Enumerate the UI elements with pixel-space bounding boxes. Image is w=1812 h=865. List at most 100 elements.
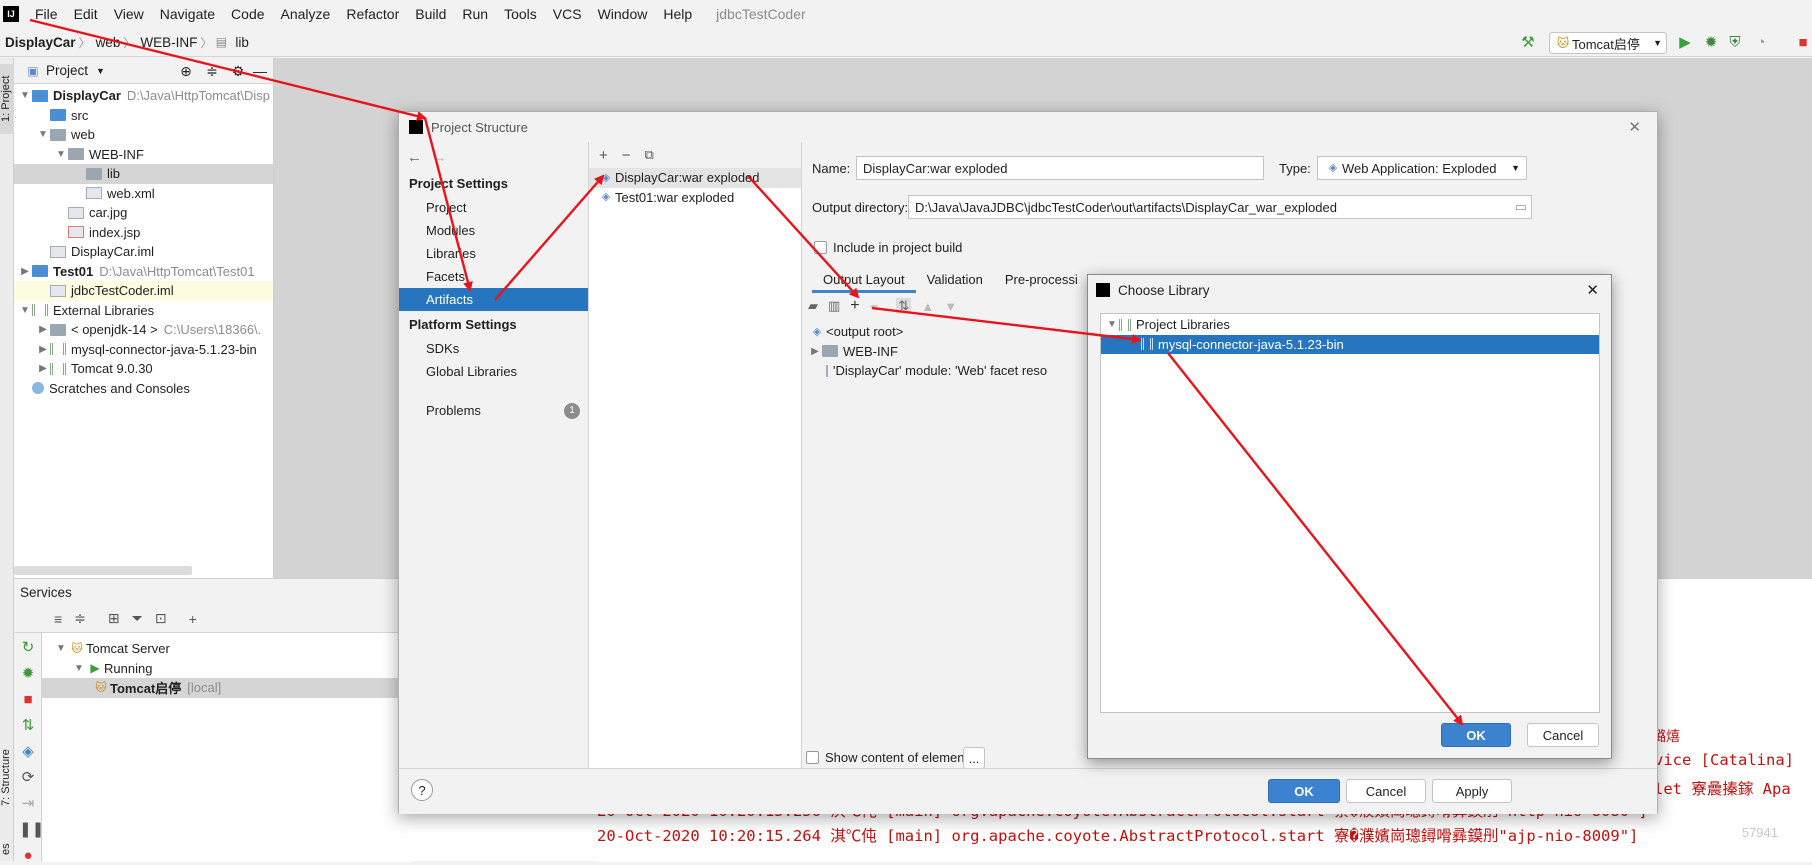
services-node-tomcat-server[interactable]: ▼ 🐱 Tomcat Server — [42, 639, 412, 659]
help-button[interactable]: ? — [411, 779, 433, 801]
collapse-all-icon[interactable]: ≑ — [74, 610, 86, 627]
menu-refactor[interactable]: Refactor — [338, 6, 407, 22]
filter-icon[interactable]: ⏷ — [132, 610, 143, 627]
project-panel-title[interactable]: Project — [46, 63, 88, 78]
remove-icon[interactable]: − — [870, 298, 879, 315]
services-node-config[interactable]: 🐱 Tomcat启停 [local] — [42, 678, 412, 698]
nav-global-libraries[interactable]: Global Libraries — [399, 360, 588, 383]
nav-problems[interactable]: Problems 1 — [399, 399, 588, 422]
show-content-checkbox-row[interactable]: Show content of elements — [806, 750, 975, 765]
tree-node-carjpg[interactable]: car.jpg — [14, 203, 273, 223]
expand-all-icon[interactable]: ≡ — [54, 611, 62, 627]
show-content-options-button[interactable]: ... — [963, 747, 985, 769]
locate-icon[interactable]: ⊕ — [177, 62, 195, 80]
ok-button[interactable]: OK — [1268, 779, 1340, 803]
close-icon[interactable]: ✕ — [1586, 281, 1599, 299]
layout-node-facet-resource[interactable]: 'DisplayCar' module: 'Web' facet resourc… — [802, 361, 1048, 381]
library-group-project-libraries[interactable]: ▼ Project Libraries — [1101, 315, 1599, 335]
menu-help[interactable]: Help — [655, 6, 700, 22]
artifact-item[interactable]: ◈ Test01:war exploded — [589, 188, 801, 208]
project-tool-tab[interactable]: 1: Project — [0, 64, 14, 134]
type-select[interactable]: ◈ Web Application: Exploded ▼ — [1317, 156, 1527, 180]
output-directory-input[interactable]: D:\Java\JavaJDBC\jdbcTestCoder\out\artif… — [908, 195, 1532, 219]
menu-analyze[interactable]: Analyze — [273, 6, 339, 22]
menu-window[interactable]: Window — [590, 6, 656, 22]
cancel-button[interactable]: Cancel — [1527, 723, 1599, 747]
stop-icon[interactable]: ■ — [1794, 34, 1812, 52]
tree-node-tomcat[interactable]: ▶ Tomcat 9.0.30 — [14, 359, 273, 379]
include-build-checkbox[interactable] — [814, 241, 827, 254]
tree-node-webinf[interactable]: ▼ WEB-INF — [14, 145, 273, 165]
profile-icon[interactable]: ◔ — [1752, 34, 1770, 52]
library-icon[interactable]: ▥ — [828, 298, 840, 314]
tree-node-indexjsp[interactable]: index.jsp — [14, 223, 273, 243]
cancel-button[interactable]: Cancel — [1346, 779, 1426, 803]
breadcrumb-displaycar[interactable]: DisplayCar — [0, 35, 79, 50]
breadcrumb-webinf[interactable]: WEB-INF — [135, 35, 200, 50]
debug-icon[interactable]: ✹ — [1702, 34, 1720, 52]
layout-node-webinf[interactable]: ▶ WEB-INF — [802, 342, 1048, 362]
forward-arrow-icon[interactable]: → — [432, 149, 447, 166]
deploy-icon[interactable]: ⇅ — [19, 717, 37, 735]
tree-node-lib[interactable]: lib — [14, 164, 273, 184]
tree-node-src[interactable]: src — [14, 106, 273, 126]
tab-pre-processing[interactable]: Pre-processi — [994, 267, 1089, 293]
run-configuration-select[interactable]: 🐱 Tomcat启停 ▼ — [1549, 32, 1667, 54]
ok-button[interactable]: OK — [1441, 723, 1511, 747]
tree-node-displaycar[interactable]: ▼ DisplayCar D:\Java\HttpTomcat\Disp — [14, 86, 273, 106]
step-icon[interactable]: ⇥ — [19, 795, 37, 813]
services-tool-tab[interactable]: es — [0, 838, 14, 860]
minimize-icon[interactable]: — — [251, 62, 269, 80]
artifact-item[interactable]: ◈ DisplayCar:war exploded — [589, 168, 801, 188]
collapse-all-icon[interactable]: ≑ — [203, 62, 221, 80]
add-icon[interactable]: + — [189, 611, 197, 627]
menu-navigate[interactable]: Navigate — [152, 6, 223, 22]
name-input[interactable]: DisplayCar:war exploded — [856, 156, 1264, 180]
tab-validation[interactable]: Validation — [916, 267, 994, 293]
tree-node-jdbciml[interactable]: jdbcTestCoder.iml — [14, 281, 273, 301]
tree-node-web[interactable]: ▼ web — [14, 125, 273, 145]
remove-icon[interactable]: − — [622, 147, 631, 164]
record-icon[interactable]: ● — [19, 847, 37, 865]
menu-code[interactable]: Code — [223, 6, 272, 22]
tree-node-mysql-connector[interactable]: ▶ mysql-connector-java-5.1.23-bin — [14, 340, 273, 360]
structure-tool-tab[interactable]: 7: Structure — [0, 738, 14, 818]
new-tab-icon[interactable]: ⊡ — [155, 610, 167, 627]
horizontal-scrollbar[interactable] — [14, 566, 192, 575]
new-folder-icon[interactable]: ▰ — [808, 298, 818, 314]
artifact-icon[interactable]: ◈ — [19, 743, 37, 761]
nav-modules[interactable]: Modules — [399, 219, 588, 242]
layout-node-output-root[interactable]: ◈ <output root> — [802, 322, 1048, 342]
back-arrow-icon[interactable]: ← — [407, 149, 422, 166]
nav-facets[interactable]: Facets — [399, 265, 588, 288]
group-icon[interactable]: ⊞ — [108, 610, 120, 627]
menu-view[interactable]: View — [106, 6, 152, 22]
menu-run[interactable]: Run — [454, 6, 496, 22]
add-icon[interactable]: + — [599, 147, 608, 164]
tab-output-layout[interactable]: Output Layout — [812, 267, 916, 293]
move-down-icon[interactable]: ▼ — [944, 299, 957, 314]
move-up-icon[interactable]: ▲ — [921, 299, 934, 314]
library-item-mysql-connector[interactable]: mysql-connector-java-5.1.23-bin — [1101, 334, 1599, 354]
nav-artifacts[interactable]: Artifacts — [399, 288, 588, 311]
apply-button[interactable]: Apply — [1432, 779, 1512, 803]
tree-node-external-libraries[interactable]: ▼ External Libraries — [14, 301, 273, 321]
refresh-icon[interactable]: ⟳ — [19, 769, 37, 787]
copy-icon[interactable]: ⧉ — [645, 147, 654, 163]
tree-node-displaycariml[interactable]: DisplayCar.iml — [14, 242, 273, 262]
nav-libraries[interactable]: Libraries — [399, 242, 588, 265]
build-hammer-icon[interactable]: ⚒ — [1519, 34, 1537, 52]
nav-project[interactable]: Project — [399, 196, 588, 219]
breadcrumb-lib[interactable]: lib — [230, 35, 252, 50]
nav-sdks[interactable]: SDKs — [399, 337, 588, 360]
chevron-down-icon[interactable]: ▼ — [96, 66, 105, 76]
include-build-checkbox-row[interactable]: Include in project build — [814, 240, 962, 255]
run-icon[interactable]: ▶ — [1676, 34, 1694, 52]
tree-node-scratches[interactable]: Scratches and Consoles — [14, 379, 273, 399]
services-node-running[interactable]: ▼ ▶ Running — [42, 659, 412, 679]
add-icon[interactable]: + — [850, 297, 859, 315]
breadcrumb-web[interactable]: web — [91, 35, 124, 50]
coverage-icon[interactable]: ⛨ — [1726, 34, 1744, 52]
tree-node-test01[interactable]: ▶ Test01 D:\Java\HttpTomcat\Test01 — [14, 262, 273, 282]
menu-file[interactable]: File — [27, 6, 66, 22]
